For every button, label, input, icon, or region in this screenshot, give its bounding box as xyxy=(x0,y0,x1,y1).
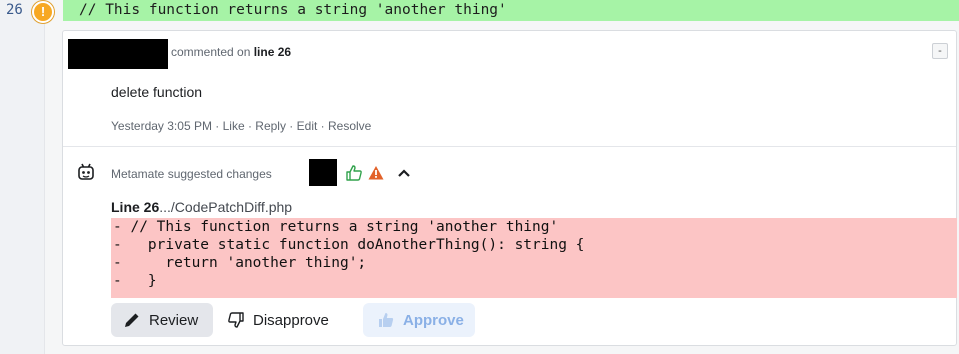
review-button[interactable]: Review xyxy=(111,303,213,337)
collapse-button[interactable]: - xyxy=(932,43,948,59)
file-path: .../CodePatchDiff.php xyxy=(159,199,293,215)
approve-label: Approve xyxy=(403,311,464,329)
review-label: Review xyxy=(149,311,199,329)
line-reference[interactable]: line 26 xyxy=(254,45,291,59)
file-reference[interactable]: Line 26.../CodePatchDiff.php xyxy=(111,199,292,215)
diff-line: - } xyxy=(113,273,157,289)
removed-diff-block: - // This function returns a string 'ano… xyxy=(111,218,957,298)
approve-button[interactable]: Approve xyxy=(363,303,475,337)
diff-line: - // This function returns a string 'ano… xyxy=(113,219,559,235)
code-line-row: 26 ! // This function returns a string '… xyxy=(0,0,959,23)
warning-badge-icon[interactable]: ! xyxy=(32,1,54,23)
diff-line: - return 'another thing'; xyxy=(113,255,367,271)
line-number[interactable]: 26 xyxy=(6,2,23,18)
redacted-author xyxy=(68,39,168,69)
diff-line: - private static function doAnotherThing… xyxy=(113,237,585,253)
comment-meta: commented on line 26 xyxy=(171,45,291,59)
comment-actions[interactable]: Yesterday 3:05 PM · Like · Reply · Edit … xyxy=(111,119,371,133)
robot-icon xyxy=(78,163,94,180)
comment-panel: commented on line 26 - delete function Y… xyxy=(62,30,957,346)
redacted-avatar xyxy=(309,159,337,186)
caret-up-icon[interactable] xyxy=(397,168,411,178)
added-code-line: // This function returns a string 'anoth… xyxy=(63,0,959,21)
commented-on-text: commented on xyxy=(171,45,254,59)
divider xyxy=(63,146,956,147)
suggestion-title: Metamate suggested changes xyxy=(111,167,272,181)
comment-body: delete function xyxy=(111,84,203,100)
file-line-number: Line 26 xyxy=(111,199,160,215)
thumbs-up-filled-icon xyxy=(379,313,394,327)
pencil-icon xyxy=(125,313,139,327)
thumbs-up-outline-icon[interactable] xyxy=(345,164,363,182)
thumbs-down-outline-icon xyxy=(228,312,244,328)
disapprove-button[interactable]: Disapprove xyxy=(219,303,357,337)
warning-triangle-icon[interactable] xyxy=(368,165,384,181)
line-gutter xyxy=(0,0,45,354)
disapprove-label: Disapprove xyxy=(253,311,329,329)
